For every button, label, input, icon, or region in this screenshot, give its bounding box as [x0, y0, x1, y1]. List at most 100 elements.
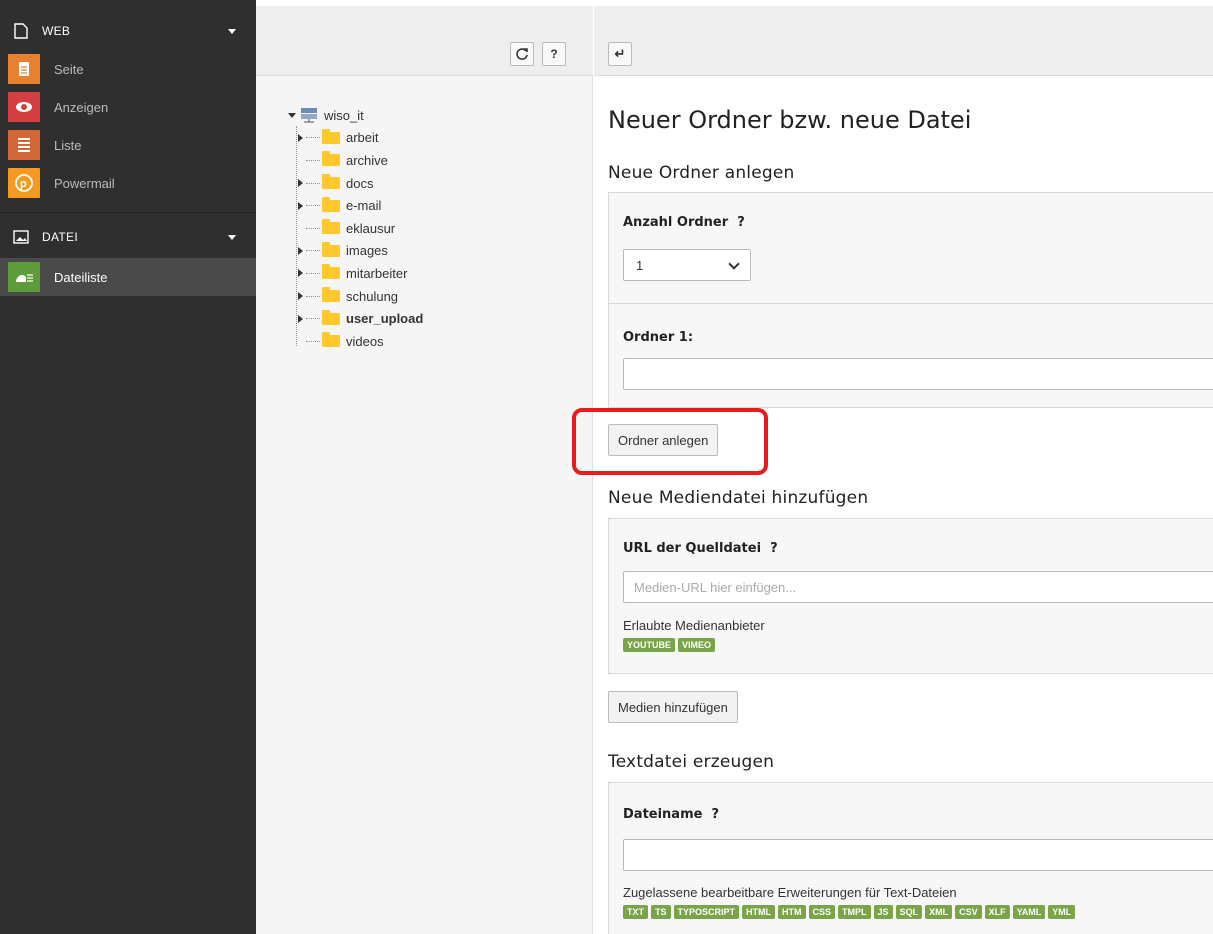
- extension-badge: JS: [873, 905, 893, 919]
- tree-toolbar: ?: [256, 6, 593, 76]
- extension-badge: YAML: [1012, 905, 1046, 919]
- page-module-icon: [8, 54, 40, 84]
- expand-icon[interactable]: [298, 246, 304, 255]
- module-item-anzeigen[interactable]: Anzeigen: [0, 88, 256, 126]
- extension-badge: CSV: [955, 905, 982, 919]
- help-mark[interactable]: ?: [737, 215, 745, 230]
- tree-root[interactable]: wiso_it: [288, 104, 423, 127]
- tree-connector: [306, 250, 320, 252]
- module-group-label: WEB: [42, 24, 71, 38]
- page-icon: [10, 20, 32, 42]
- media-panel: URL der Quelldatei ? Medien-URL hier ein…: [608, 518, 1213, 674]
- expand-icon[interactable]: [298, 133, 304, 142]
- tree-node[interactable]: archive: [288, 149, 423, 172]
- extension-badge: TS: [651, 905, 671, 919]
- refresh-icon: [516, 48, 528, 60]
- tree-connector: [306, 227, 320, 229]
- tree-connector: [306, 159, 320, 161]
- folder-count-value: 1: [636, 257, 644, 273]
- tree-node[interactable]: eklausur: [288, 217, 423, 240]
- filename-input[interactable]: [623, 839, 1213, 871]
- tree-node[interactable]: schulung: [288, 285, 423, 308]
- module-item-dateiliste[interactable]: Dateiliste: [0, 258, 256, 296]
- media-url-input[interactable]: Medien-URL hier einfügen...: [623, 571, 1213, 603]
- module-group-datei[interactable]: DATEI: [0, 218, 256, 256]
- module-item-label: Seite: [54, 61, 84, 77]
- extension-badges: TXT TS TYPOSCRIPT HTML HTM CSS TMPL JS SQL XML CSV…: [623, 905, 1076, 919]
- extension-badge: HTM: [778, 905, 806, 919]
- chevron-down-icon: [228, 234, 236, 240]
- textfile-panel: Dateiname ? Zugelassene bearbeitbare Erw…: [608, 782, 1213, 934]
- tree-node[interactable]: images: [288, 240, 423, 263]
- add-media-button[interactable]: Medien hinzufügen: [608, 691, 738, 723]
- module-item-label: Dateiliste: [54, 269, 108, 285]
- eye-icon: [8, 92, 40, 122]
- tree-node-label: images: [346, 243, 388, 259]
- extension-badge: TMPL: [838, 905, 871, 919]
- tree-node-label: arbeit: [346, 130, 379, 146]
- tree-connector: [306, 272, 320, 274]
- folder-icon: [322, 174, 340, 190]
- expand-icon[interactable]: [298, 292, 304, 301]
- powermail-icon: p: [8, 168, 40, 198]
- page-title: Neuer Ordner bzw. neue Datei: [608, 106, 972, 134]
- chevron-down-icon: [728, 258, 740, 270]
- module-group-label: DATEI: [42, 230, 78, 244]
- help-button[interactable]: ?: [542, 42, 566, 66]
- media-url-label: URL der Quelldatei ?: [623, 541, 778, 556]
- folder-icon: [322, 309, 340, 325]
- tree-node-label: user_upload: [346, 311, 424, 327]
- tree-connector: [306, 318, 320, 320]
- module-group-web[interactable]: WEB: [0, 12, 256, 50]
- tree-node[interactable]: user_upload: [288, 307, 423, 330]
- tree-connector: [306, 295, 320, 297]
- expand-icon[interactable]: [298, 314, 304, 323]
- folder-icon: [322, 332, 340, 348]
- extension-badge: CSS: [808, 905, 836, 919]
- folder-tree-panel: ? wiso_it arbeit archive docs e-mail eklausu…: [256, 6, 593, 934]
- tree-node[interactable]: mitarbeiter: [288, 262, 423, 285]
- folder-count-panel: Anzahl Ordner ? 1: [608, 192, 1213, 304]
- menu-divider: [0, 212, 256, 213]
- tree-node[interactable]: docs: [288, 172, 423, 195]
- module-item-liste[interactable]: Liste: [0, 126, 256, 164]
- tree-node-label: docs: [346, 175, 374, 191]
- extension-badge: YML: [1048, 905, 1076, 919]
- tree-node[interactable]: arbeit: [288, 127, 423, 150]
- chevron-down-icon: [228, 28, 236, 34]
- folder-icon: [322, 241, 340, 257]
- expand-icon[interactable]: [298, 269, 304, 278]
- module-item-seite[interactable]: Seite: [0, 50, 256, 88]
- tree-node[interactable]: e-mail: [288, 194, 423, 217]
- back-button[interactable]: ↵: [608, 42, 632, 66]
- section-heading-folders: Neue Ordner anlegen: [608, 163, 795, 183]
- server-icon: [301, 108, 317, 123]
- tree-root-label: wiso_it: [324, 107, 364, 123]
- folder1-input[interactable]: [623, 358, 1213, 390]
- tree-node-label: eklausur: [346, 220, 396, 236]
- expand-icon[interactable]: [298, 201, 304, 210]
- tree-connector: [306, 137, 320, 139]
- folder-icon: [322, 151, 340, 167]
- help-mark[interactable]: ?: [770, 541, 778, 556]
- section-heading-textfile: Textdatei erzeugen: [608, 752, 775, 772]
- content-toolbar: ↵: [594, 6, 1213, 76]
- collapse-icon[interactable]: [288, 112, 296, 118]
- expand-icon[interactable]: [298, 179, 304, 188]
- module-item-powermail[interactable]: p Powermail: [0, 164, 256, 202]
- list-icon: [8, 130, 40, 160]
- module-menu: WEB Seite Anzeigen Liste p Powermail DAT…: [0, 0, 256, 934]
- highlight-annotation: [572, 408, 768, 475]
- refresh-button[interactable]: [510, 42, 534, 66]
- tree-node-label: schulung: [346, 288, 399, 304]
- section-heading-media: Neue Mediendatei hinzufügen: [608, 488, 869, 508]
- folder-tree: wiso_it arbeit archive docs e-mail eklausur i…: [288, 104, 423, 353]
- media-provider-badges: YOUTUBE VIMEO: [623, 638, 716, 652]
- folder-icon: [322, 287, 340, 303]
- help-mark[interactable]: ?: [712, 807, 720, 822]
- module-item-label: Anzeigen: [54, 99, 109, 115]
- media-providers-label: Erlaubte Medienanbieter: [623, 618, 765, 633]
- module-item-label: Powermail: [54, 175, 115, 191]
- folder-count-select[interactable]: 1: [623, 249, 751, 281]
- tree-node[interactable]: videos: [288, 330, 423, 353]
